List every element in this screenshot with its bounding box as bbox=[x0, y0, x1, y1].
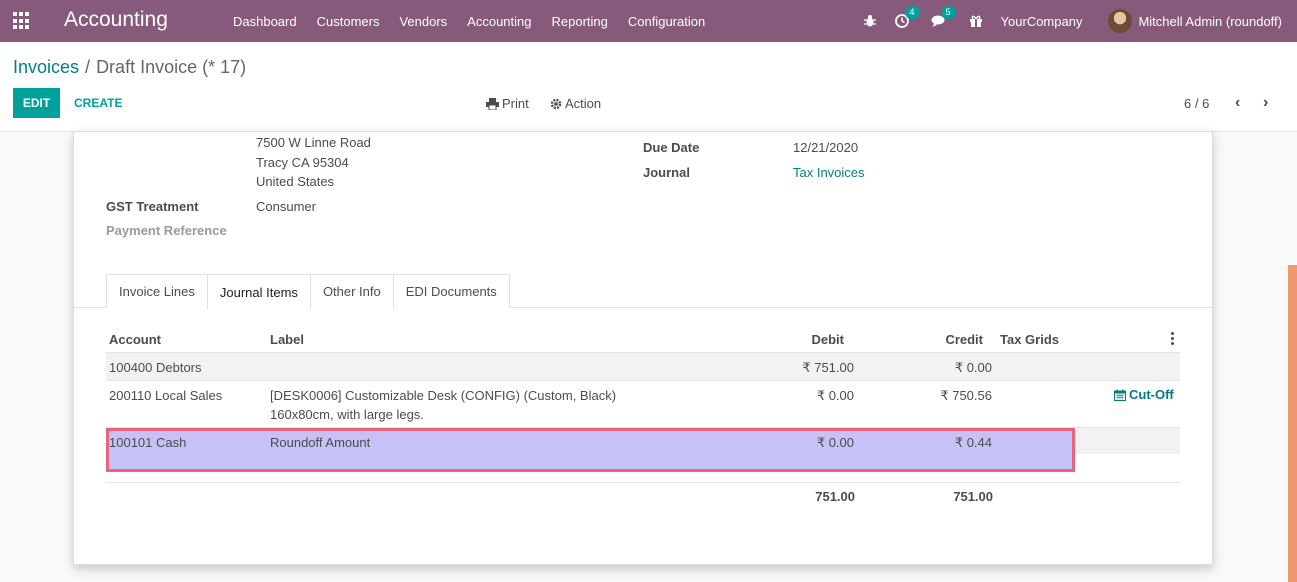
avatar bbox=[1108, 9, 1133, 33]
address-line-3: United States bbox=[256, 174, 335, 189]
due-date-value[interactable]: 12/21/2020 bbox=[793, 140, 858, 155]
row3-account: 100101 Cash bbox=[109, 435, 187, 450]
cutoff-button[interactable]: Cut-Off bbox=[1114, 387, 1174, 402]
form-sheet bbox=[73, 131, 1213, 565]
top-navbar: Accounting Dashboard Customers Vendors A… bbox=[0, 0, 1297, 42]
breadcrumb-invoices[interactable]: Invoices bbox=[13, 57, 79, 77]
menu-vendors[interactable]: Vendors bbox=[389, 14, 457, 29]
col-credit[interactable]: Credit bbox=[903, 332, 983, 347]
printer-icon bbox=[486, 97, 499, 110]
due-date-label: Due Date bbox=[643, 140, 700, 155]
cutoff-label: Cut-Off bbox=[1129, 387, 1174, 402]
scrollbar-thumb[interactable] bbox=[1288, 265, 1297, 582]
address-line-1: 7500 W Linne Road bbox=[256, 135, 371, 150]
col-debit[interactable]: Debit bbox=[764, 332, 845, 347]
gst-treatment-label: GST Treatment bbox=[106, 199, 199, 214]
notebook-tabs: Invoice Lines Journal Items Other Info E… bbox=[106, 274, 510, 309]
messages-comments-icon[interactable]: 5 bbox=[931, 6, 956, 28]
row-divider bbox=[106, 482, 1180, 483]
gear-icon bbox=[550, 98, 562, 109]
apps-grid-icon[interactable] bbox=[13, 12, 31, 30]
row-divider bbox=[106, 380, 1180, 381]
activity-count-badge: 4 bbox=[904, 6, 920, 19]
gift-icon[interactable] bbox=[969, 14, 983, 28]
pager-next-icon[interactable]: › bbox=[1263, 95, 1268, 111]
messages-count-badge: 5 bbox=[940, 6, 956, 19]
row3-credit: ₹ 0.44 bbox=[954, 435, 992, 450]
tab-other-info[interactable]: Other Info bbox=[309, 274, 394, 308]
menu-accounting[interactable]: Accounting bbox=[457, 14, 541, 29]
calendar-icon bbox=[1114, 389, 1126, 401]
menu-reporting[interactable]: Reporting bbox=[542, 14, 618, 29]
pager-value[interactable]: 6 / 6 bbox=[1184, 96, 1209, 111]
journal-value[interactable]: Tax Invoices bbox=[793, 165, 865, 180]
menu-customers[interactable]: Customers bbox=[307, 14, 390, 29]
col-account[interactable]: Account bbox=[109, 332, 161, 347]
row3-debit: ₹ 0.00 bbox=[816, 435, 854, 450]
col-tax-grids[interactable]: Tax Grids bbox=[1000, 332, 1059, 347]
debug-bug-icon[interactable] bbox=[863, 14, 877, 28]
breadcrumb-separator: / bbox=[85, 57, 91, 77]
menu-dashboard[interactable]: Dashboard bbox=[223, 14, 307, 29]
row2-label: [DESK0006] Customizable Desk (CONFIG) (C… bbox=[270, 388, 617, 403]
tab-invoice-lines[interactable]: Invoice Lines bbox=[106, 274, 208, 308]
user-menu[interactable]: Mitchell Admin (roundoff) bbox=[1108, 9, 1282, 33]
row2-debit: ₹ 0.00 bbox=[816, 388, 854, 403]
row2-account: 200110 Local Sales bbox=[109, 388, 223, 403]
action-button[interactable]: Action bbox=[550, 96, 601, 111]
total-debit: 751.00 bbox=[815, 489, 855, 504]
print-button[interactable]: Print bbox=[486, 96, 529, 111]
row1-credit: ₹ 0.00 bbox=[954, 360, 992, 375]
total-credit: 751.00 bbox=[953, 489, 993, 504]
menu-configuration[interactable]: Configuration bbox=[618, 14, 715, 29]
systray: 4 5 YourCompany Mitchell Admin (roundoff… bbox=[863, 0, 1297, 42]
row1-debit: ₹ 751.00 bbox=[802, 360, 854, 375]
print-label: Print bbox=[502, 96, 529, 111]
pager-previous-icon[interactable]: ‹ bbox=[1235, 95, 1240, 111]
payment-reference-label: Payment Reference bbox=[106, 223, 227, 238]
breadcrumb-current: Draft Invoice (* 17) bbox=[96, 57, 247, 77]
activity-clock-icon[interactable]: 4 bbox=[894, 6, 920, 28]
row2-credit: ₹ 750.56 bbox=[940, 388, 992, 403]
action-label: Action bbox=[565, 96, 602, 111]
optional-columns-kebab-icon[interactable] bbox=[1171, 332, 1174, 345]
edit-button[interactable]: EDIT bbox=[13, 88, 60, 118]
address-line-2: Tracy CA 95304 bbox=[256, 155, 349, 170]
company-switcher[interactable]: YourCompany bbox=[1001, 14, 1083, 29]
journal-label: Journal bbox=[643, 165, 690, 180]
row2-label-line2: 160x80cm, with large legs. bbox=[270, 407, 424, 422]
user-name: Mitchell Admin (roundoff) bbox=[1138, 13, 1282, 29]
create-button[interactable]: CREATE bbox=[66, 88, 130, 118]
table-row[interactable] bbox=[106, 353, 1180, 380]
tab-journal-items[interactable]: Journal Items bbox=[206, 274, 311, 309]
col-label[interactable]: Label bbox=[270, 332, 304, 347]
gst-treatment-value[interactable]: Consumer bbox=[256, 199, 316, 214]
breadcrumb: Invoices / Draft Invoice (* 17) bbox=[13, 57, 246, 78]
row1-account: 100400 Debtors bbox=[109, 360, 202, 375]
app-title[interactable]: Accounting bbox=[64, 8, 168, 32]
tab-edi-documents[interactable]: EDI Documents bbox=[392, 274, 510, 308]
main-menu: Dashboard Customers Vendors Accounting R… bbox=[223, 0, 715, 42]
row3-label: Roundoff Amount bbox=[270, 435, 371, 450]
